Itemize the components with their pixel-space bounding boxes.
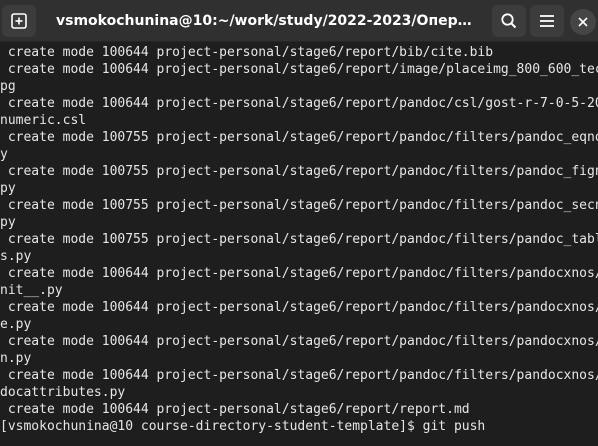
terminal-line: create mode 100644 project-personal/stag…: [0, 402, 470, 417]
menu-button[interactable]: [530, 5, 564, 37]
terminal-line: n.py: [0, 351, 32, 366]
terminal-line: py: [0, 215, 16, 230]
terminal-line: create mode 100755 project-personal/stag…: [0, 164, 598, 179]
hamburger-menu-icon: [540, 15, 554, 27]
terminal-line: e.py: [0, 317, 32, 332]
terminal-line: docattributes.py: [0, 385, 126, 400]
window-title: vsmokochunina@10:~/work/study/2022-2023/…: [56, 13, 480, 29]
terminal-line: pg: [0, 79, 16, 94]
terminal-line: create mode 100644 project-personal/stag…: [0, 334, 598, 349]
terminal-line: create mode 100644 project-personal/stag…: [0, 266, 598, 281]
prompt-text: [vsmokochunina@10 course-directory-stude…: [0, 419, 486, 434]
new-tab-button[interactable]: [2, 5, 36, 37]
terminal-line: nit__.py: [0, 283, 63, 298]
terminal-line: create mode 100644 project-personal/stag…: [0, 62, 598, 77]
terminal-line: y: [0, 147, 8, 162]
close-button[interactable]: [570, 9, 596, 35]
terminal-line: create mode 100644 project-personal/stag…: [0, 96, 598, 111]
terminal-window: vsmokochunina@10:~/work/study/2022-2023/…: [0, 0, 598, 446]
terminal-line: create mode 100644 project-personal/stag…: [0, 45, 494, 60]
terminal-line: py: [0, 181, 16, 196]
terminal-line: create mode 100755 project-personal/stag…: [0, 130, 598, 145]
search-icon: [501, 13, 517, 29]
title-bar: vsmokochunina@10:~/work/study/2022-2023/…: [0, 0, 598, 42]
terminal-line: s.py: [0, 249, 32, 264]
terminal-line: create mode 100644 project-personal/stag…: [0, 300, 598, 315]
close-icon: [578, 17, 588, 27]
terminal-output[interactable]: create mode 100644 project-personal/stag…: [0, 42, 598, 446]
prompt-line[interactable]: [vsmokochunina@10 course-directory-stude…: [0, 418, 493, 435]
search-button[interactable]: [492, 5, 526, 37]
terminal-line: create mode 100755 project-personal/stag…: [0, 232, 598, 247]
new-tab-icon: [11, 13, 27, 29]
terminal-line: numeric.csl: [0, 113, 87, 128]
terminal-line: create mode 100755 project-personal/stag…: [0, 198, 598, 213]
terminal-line: create mode 100644 project-personal/stag…: [0, 368, 598, 383]
